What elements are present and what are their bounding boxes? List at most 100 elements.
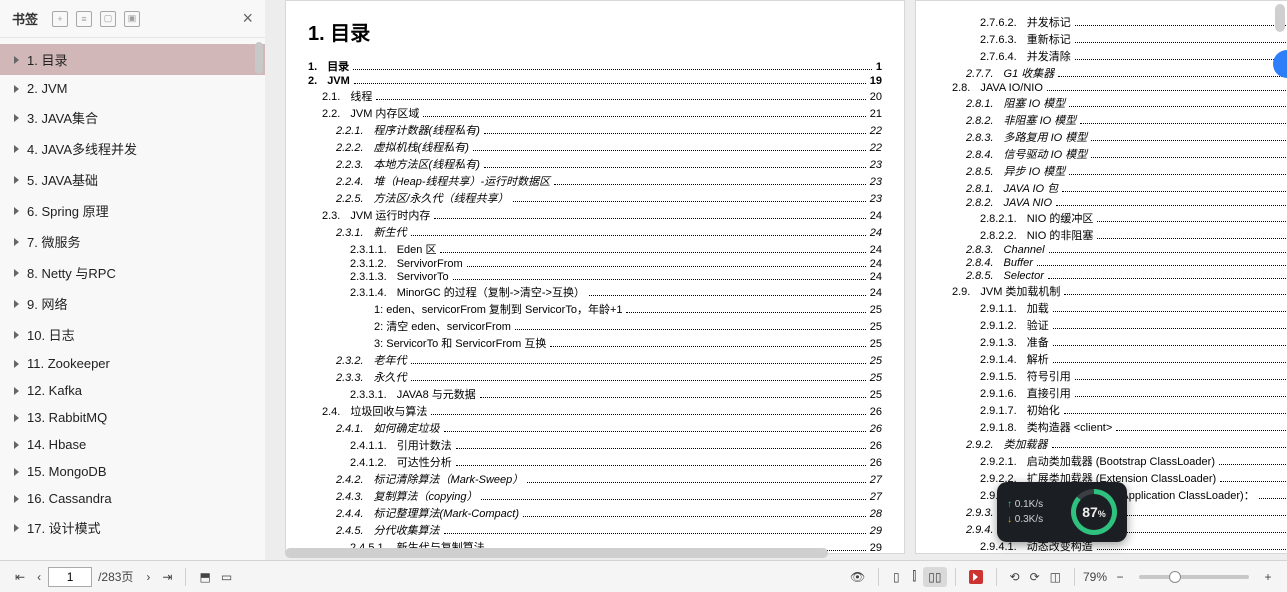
toc-entry[interactable]: 2.4.1.2.可达性分析26 xyxy=(308,454,882,470)
toc-entry[interactable]: 2.3.1.新生代24 xyxy=(308,224,882,240)
toc-entry[interactable]: 2.8.1.JAVA IO 包 xyxy=(938,180,1287,196)
sidebar-item[interactable]: 8. Netty 与RPC xyxy=(0,257,265,288)
toc-entry[interactable]: 2.3.1.4.MinorGC 的过程（复制->清空->互换）24 xyxy=(308,284,882,300)
toc-entry[interactable]: 2.9.1.5.符号引用 xyxy=(938,368,1287,384)
sidebar-item[interactable]: 17. 设计模式 xyxy=(0,512,265,543)
toc-entry[interactable]: 2.8.4.Buffer xyxy=(938,257,1287,269)
slideshow-button[interactable] xyxy=(964,567,988,587)
toc-entry[interactable]: 2.2.5.方法区/永久代（线程共享）23 xyxy=(308,190,882,206)
prev-page-button[interactable]: ‹ xyxy=(30,567,48,587)
toc-entry[interactable]: 2.JVM19 xyxy=(308,75,882,87)
toc-entry[interactable]: 2.9.1.6.直接引用 xyxy=(938,385,1287,401)
two-page-icon[interactable]: ▯▯ xyxy=(923,567,946,587)
toc-entry[interactable]: 2.4.2.标记清除算法（Mark-Sweep）27 xyxy=(308,471,882,487)
first-page-button[interactable]: ⇤ xyxy=(10,567,30,587)
toc-entry[interactable]: 2.9.JVM 类加载机制 xyxy=(938,283,1287,299)
toc-entry[interactable]: 2.8.2.JAVA NIO xyxy=(938,197,1287,209)
zoom-in-button[interactable]: + xyxy=(1259,567,1277,587)
toc-entry[interactable]: 2.3.3.1.JAVA8 与元数据25 xyxy=(308,386,882,402)
sidebar-item[interactable]: 5. JAVA基础 xyxy=(0,164,265,195)
toc-entry[interactable]: 2.1.线程20 xyxy=(308,88,882,104)
toc-entry[interactable]: 2.4.1.如何确定垃圾26 xyxy=(308,420,882,436)
toc-entry[interactable]: 2.3.1.3.ServivorTo24 xyxy=(308,271,882,283)
toc-entry[interactable]: 2.8.3.Channel xyxy=(938,244,1287,256)
bookmark-list-icon[interactable]: ≡ xyxy=(76,11,92,27)
toc-entry[interactable]: 2.8.5.异步 IO 模型 xyxy=(938,163,1287,179)
sidebar-item[interactable]: 13. RabbitMQ xyxy=(0,404,265,431)
toc-entry[interactable]: 2.4.1.1.引用计数法26 xyxy=(308,437,882,453)
toc-entry[interactable]: 2.9.1.1.加载 xyxy=(938,300,1287,316)
sidebar-item[interactable]: 12. Kafka xyxy=(0,377,265,404)
toc-entry[interactable]: 2.2.1.程序计数器(线程私有)22 xyxy=(308,122,882,138)
toc-entry[interactable]: 2.3.JVM 运行时内存24 xyxy=(308,207,882,223)
toc-entry[interactable]: 2.4.垃圾回收与算法26 xyxy=(308,403,882,419)
sidebar-item[interactable]: 9. 网络 xyxy=(0,288,265,319)
continuous-icon[interactable]: ⫿ xyxy=(905,566,923,587)
toc-entry[interactable]: 2.3.3.永久代25 xyxy=(308,369,882,385)
toc-entry[interactable]: 2.8.2.非阻塞 IO 模型 xyxy=(938,112,1287,128)
sidebar-item[interactable]: 2. JVM xyxy=(0,75,265,102)
sidebar-item[interactable]: 10. 日志 xyxy=(0,319,265,350)
zoom-knob[interactable] xyxy=(1169,571,1181,583)
toc-entry[interactable]: 2.2.2.虚拟机栈(线程私有)22 xyxy=(308,139,882,155)
toc-entry[interactable]: 2.8.5.Selector xyxy=(938,270,1287,282)
fit-width-icon[interactable]: ▭ xyxy=(216,567,237,587)
zoom-slider[interactable] xyxy=(1139,575,1249,579)
toc-entry[interactable]: 2.3.2.老年代25 xyxy=(308,352,882,368)
toc-entry[interactable]: 2.7.6.4.并发清除 xyxy=(938,48,1287,64)
toc-entry[interactable]: 2.8.1.阻塞 IO 模型 xyxy=(938,95,1287,111)
fit-page-icon[interactable]: ⬒ xyxy=(194,567,215,587)
toc-entry[interactable]: 2.9.2.1.启动类加载器 (Bootstrap ClassLoader) xyxy=(938,453,1287,469)
sidebar-item[interactable]: 6. Spring 原理 xyxy=(0,195,265,226)
page-input[interactable] xyxy=(48,567,92,587)
toc-entry[interactable]: 2.4.3.复制算法（copying）27 xyxy=(308,488,882,504)
show-hide-icon[interactable]: 👁 xyxy=(845,567,870,587)
sidebar-item[interactable]: 3. JAVA集合 xyxy=(0,102,265,133)
toc-entry[interactable]: 2.7.7.G1 收集器 xyxy=(938,65,1287,81)
toc-entry[interactable]: 2.9.1.8.类构造器 <client> xyxy=(938,419,1287,435)
toc-entry[interactable]: 2.2.3.本地方法区(线程私有)23 xyxy=(308,156,882,172)
toc-entry[interactable]: 2.9.1.2.验证 xyxy=(938,317,1287,333)
toc-entry[interactable]: 2: 清空 eden、servicorFrom25 xyxy=(308,318,882,334)
doc-vertical-scrollbar[interactable] xyxy=(1275,4,1285,544)
toc-entry[interactable]: 1.目录1 xyxy=(308,58,882,74)
sidebar-item[interactable]: 11. Zookeeper xyxy=(0,350,265,377)
toc-entry[interactable]: 2.9.1.4.解析 xyxy=(938,351,1287,367)
toc-entry[interactable]: 2.7.6.2.并发标记 xyxy=(938,14,1287,30)
bookmark-expand-icon[interactable]: ▢ xyxy=(100,11,116,27)
rotate-left-icon[interactable]: ⟲ xyxy=(1005,567,1025,587)
sidebar-item[interactable]: 7. 微服务 xyxy=(0,226,265,257)
toc-entry[interactable]: 1: eden、servicorFrom 复制到 ServicorTo，年龄+1… xyxy=(308,301,882,317)
toc-entry[interactable]: 2.9.1.3.准备 xyxy=(938,334,1287,350)
sidebar-item[interactable]: 14. Hbase xyxy=(0,431,265,458)
toc-entry[interactable]: 2.9.1.7.初始化 xyxy=(938,402,1287,418)
sidebar-item[interactable]: 16. Cassandra xyxy=(0,485,265,512)
single-page-icon[interactable]: ▯ xyxy=(887,567,905,587)
toc-entry[interactable]: 2.2.JVM 内存区域21 xyxy=(308,105,882,121)
toc-entry[interactable]: 2.3.1.1.Eden 区24 xyxy=(308,241,882,257)
toc-entry[interactable]: 2.8.2.2.NIO 的非阻塞 xyxy=(938,227,1287,243)
toc-entry[interactable]: 2.9.2.类加载器 xyxy=(938,436,1287,452)
sidebar-item[interactable]: 4. JAVA多线程并发 xyxy=(0,133,265,164)
rotate-right-icon[interactable]: ⟳ xyxy=(1025,567,1045,587)
toc-entry[interactable]: 2.8.JAVA IO/NIO xyxy=(938,82,1287,94)
toc-entry[interactable]: 2.8.2.1.NIO 的缓冲区 xyxy=(938,210,1287,226)
crop-icon[interactable]: ◫ xyxy=(1045,567,1066,587)
zoom-out-button[interactable]: − xyxy=(1111,567,1129,587)
sidebar-item[interactable]: 1. 目录 xyxy=(0,44,265,75)
bookmark-add-icon[interactable]: + xyxy=(52,11,68,27)
sidebar-close-button[interactable]: × xyxy=(242,8,253,29)
toc-entry[interactable]: 2.3.1.2.ServivorFrom24 xyxy=(308,258,882,270)
toc-entry[interactable]: 2.8.4.信号驱动 IO 模型 xyxy=(938,146,1287,162)
next-page-button[interactable]: › xyxy=(139,567,157,587)
toc-entry[interactable]: 2.4.5.分代收集算法29 xyxy=(308,522,882,538)
sidebar-scrollbar[interactable] xyxy=(255,40,263,556)
toc-entry[interactable]: 2.7.6.3.重新标记 xyxy=(938,31,1287,47)
last-page-button[interactable]: ⇥ xyxy=(157,567,177,587)
sidebar-item[interactable]: 15. MongoDB xyxy=(0,458,265,485)
network-speed-widget[interactable]: ↑ 0.1K/s ↓ 0.3K/s 87% xyxy=(997,482,1127,542)
toc-entry[interactable]: 2.8.3.多路复用 IO 模型 xyxy=(938,129,1287,145)
doc-horizontal-scrollbar[interactable] xyxy=(285,548,1273,558)
toc-entry[interactable]: 3: ServicorTo 和 ServicorFrom 互换25 xyxy=(308,335,882,351)
toc-entry[interactable]: 2.2.4.堆（Heap-线程共享）-运行时数据区23 xyxy=(308,173,882,189)
